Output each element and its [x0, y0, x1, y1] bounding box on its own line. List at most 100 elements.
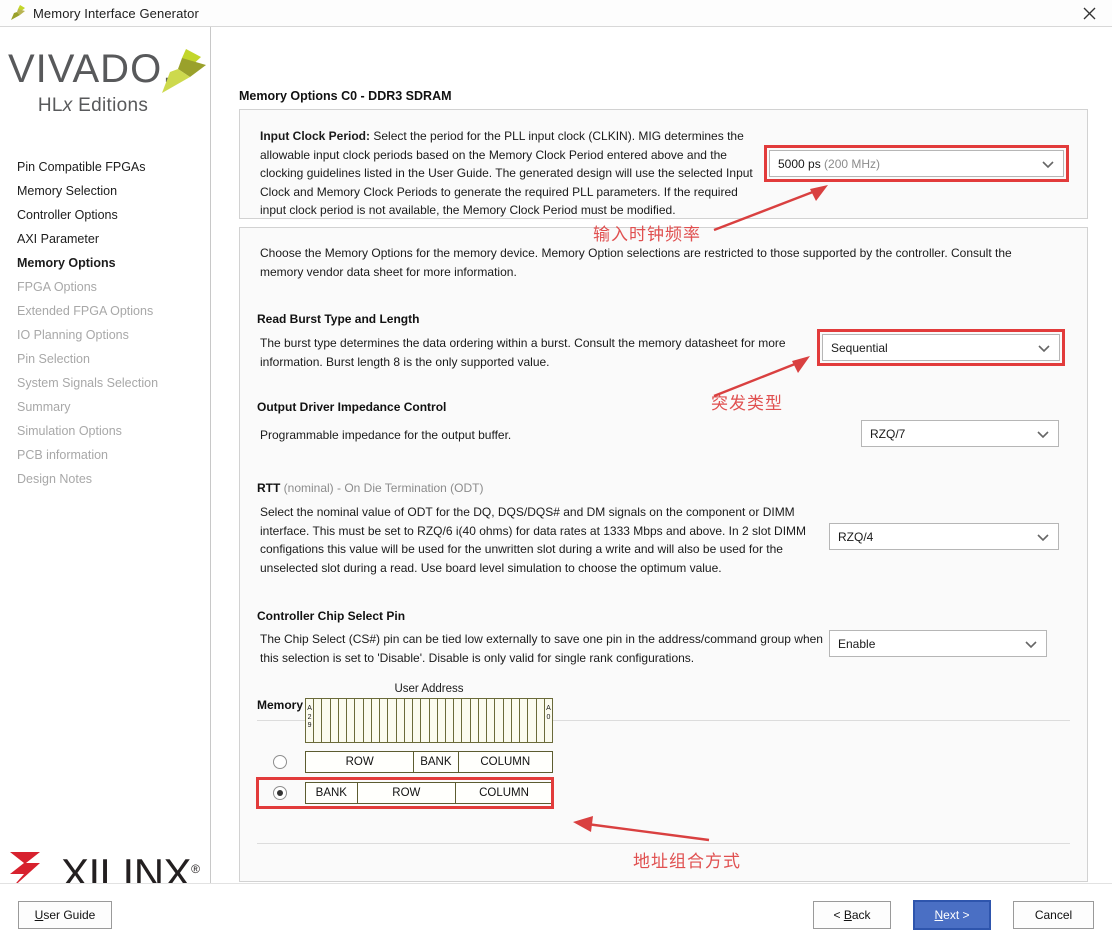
user-address-label: User Address: [394, 683, 464, 695]
main-content: Memory Options C0 - DDR3 SDRAM Input Clo…: [211, 27, 1112, 945]
address-mapping-option-row[interactable]: ROW BANK COLUMN: [257, 750, 817, 774]
controller-chip-select-description: The Chip Select (CS#) pin can be tied lo…: [260, 632, 823, 665]
chevron-down-icon: [1036, 530, 1050, 544]
address-segment-bank: BANK: [306, 783, 358, 803]
chevron-down-icon: [1036, 427, 1050, 441]
rtt-description: Select the nominal value of ODT for the …: [260, 505, 807, 575]
dialog-footer: User Guide < Back Next > Cancel: [0, 883, 1112, 945]
read-burst-type-description: The burst type determines the data order…: [260, 336, 786, 369]
sidebar-item-pin-selection: Pin Selection: [17, 352, 90, 366]
address-mapping-diagram: User Address A29A0 ROW BANK COLUMN BANK ROW C…: [256, 683, 817, 809]
rtt-heading: RTT (nominal) - On Die Termination (ODT): [257, 481, 484, 495]
user-guide-label: User Guide: [34, 908, 96, 922]
address-bit-cell: [471, 699, 479, 742]
output-driver-impedance-value: RZQ/7: [870, 426, 906, 441]
sidebar-item-memory-selection[interactable]: Memory Selection: [17, 179, 210, 203]
address-bit-cell: [537, 699, 545, 742]
address-bit-cell: A29: [306, 699, 315, 742]
chevron-down-icon: [1037, 341, 1051, 355]
address-bit-strip: A29 A0: [305, 698, 553, 743]
sidebar-item-pin-compatible-fpgas[interactable]: Pin Compatible FPGAs: [17, 155, 210, 179]
address-bit-cell: [388, 699, 397, 742]
input-clock-period-description: Input Clock Period: Select the period fo…: [260, 127, 760, 220]
read-burst-type-value: Sequential: [831, 340, 888, 355]
address-bit-cell: [347, 699, 356, 742]
registered-mark: ®: [191, 861, 200, 876]
address-bit-cell: [462, 699, 471, 742]
address-mapping-radio-1[interactable]: [273, 755, 287, 769]
address-segment-column: COLUMN: [456, 783, 552, 803]
output-driver-impedance-dropdown[interactable]: RZQ/7: [861, 420, 1059, 447]
controller-chip-select-heading: Controller Chip Select Pin: [257, 609, 406, 623]
back-label: < Back: [833, 908, 871, 922]
memory-options-group: Choose the Memory Options for the memory…: [239, 227, 1088, 882]
vivado-wordmark: VIVADO: [8, 47, 163, 91]
input-clock-period-value: 5000 ps (200 MHz): [778, 156, 881, 171]
address-bit-low-label: A0: [546, 705, 551, 721]
address-bit-cell: [355, 699, 364, 742]
address-bit-cell: [512, 699, 521, 742]
address-mapping-option-row[interactable]: BANK ROW COLUMN: [256, 777, 817, 809]
address-mapping-bar: ROW BANK COLUMN: [305, 751, 553, 773]
chevron-down-icon: [1024, 637, 1038, 651]
address-bit-cell: [528, 699, 537, 742]
address-bit-cell: [364, 699, 372, 742]
address-bit-cell: [331, 699, 339, 742]
address-bit-cell: [479, 699, 488, 742]
sidebar-item-axi-parameter[interactable]: AXI Parameter: [17, 227, 210, 251]
window-title: Memory Interface Generator: [33, 5, 199, 21]
controller-chip-select-dropdown[interactable]: Enable: [829, 630, 1047, 657]
address-bit-cell: [504, 699, 512, 742]
address-bit-cell: [495, 699, 504, 742]
controller-chip-select-value: Enable: [838, 636, 876, 651]
output-driver-impedance-description: Programmable impedance for the output bu…: [260, 428, 512, 442]
sidebar-item-design-notes: Design Notes: [17, 472, 93, 486]
address-segment-row: ROW: [306, 752, 415, 772]
annotation-burst-type: 突发类型: [711, 394, 783, 414]
address-mapping-radio-2[interactable]: [273, 786, 287, 800]
input-clock-period-dropdown[interactable]: 5000 ps (200 MHz): [769, 150, 1064, 177]
address-bit-cell: [438, 699, 446, 742]
address-segment-bank: BANK: [414, 752, 459, 772]
sidebar-item-summary: Summary: [17, 400, 71, 414]
sidebar-item-extended-fpga-options: Extended FPGA Options: [17, 304, 154, 318]
page-title: Memory Options C0 - DDR3 SDRAM: [239, 89, 452, 103]
address-segment-column: COLUMN: [458, 752, 552, 772]
address-bit-high-label: A29: [307, 705, 312, 730]
sidebar-item-controller-options[interactable]: Controller Options: [17, 203, 210, 227]
address-mapping-bottom-divider: [257, 843, 1070, 844]
address-bit-cell: [314, 699, 323, 742]
address-bit-cell: [397, 699, 405, 742]
address-mapping-options: ROW BANK COLUMN BANK ROW COLUMN: [256, 750, 817, 809]
address-bit-cell: [487, 699, 496, 742]
sidebar: VIVADO. HLx Editions Pin Compatible FPGA…: [0, 27, 211, 945]
sidebar-item-memory-options[interactable]: Memory Options: [17, 251, 210, 275]
input-clock-period-group: Input Clock Period: Select the period fo…: [239, 109, 1088, 219]
address-bit-cell: [430, 699, 438, 742]
sidebar-nav: Pin Compatible FPGAs Memory Selection Co…: [0, 155, 210, 491]
address-bit-cell: [454, 699, 463, 742]
address-bit-cell: [421, 699, 430, 742]
chevron-down-icon: [1041, 157, 1055, 171]
annotation-input-clock-frequency: 输入时钟频率: [593, 225, 701, 245]
sidebar-item-simulation-options: Simulation Options: [17, 424, 122, 438]
close-icon[interactable]: [1066, 0, 1112, 27]
address-bit-cell: [520, 699, 529, 742]
next-button[interactable]: Next >: [913, 900, 991, 930]
vivado-logo: VIVADO. HLx Editions: [0, 27, 210, 145]
cancel-button[interactable]: Cancel: [1013, 901, 1094, 929]
input-clock-period-label: Input Clock Period:: [260, 129, 371, 143]
address-bit-cell: [372, 699, 381, 742]
address-bit-cell: [322, 699, 331, 742]
window-titlebar: Memory Interface Generator: [0, 0, 1112, 27]
sidebar-item-fpga-options: FPGA Options: [17, 280, 97, 294]
rtt-dropdown[interactable]: RZQ/4: [829, 523, 1059, 550]
user-guide-button[interactable]: User Guide: [18, 901, 112, 929]
back-button[interactable]: < Back: [813, 901, 891, 929]
rtt-value: RZQ/4: [838, 529, 874, 544]
address-bit-cell: [405, 699, 414, 742]
read-burst-type-dropdown[interactable]: Sequential: [822, 334, 1060, 361]
read-burst-type-heading: Read Burst Type and Length: [257, 312, 420, 326]
annotation-address-mapping: 地址组合方式: [633, 852, 741, 872]
address-mapping-bar: BANK ROW COLUMN: [305, 782, 553, 804]
